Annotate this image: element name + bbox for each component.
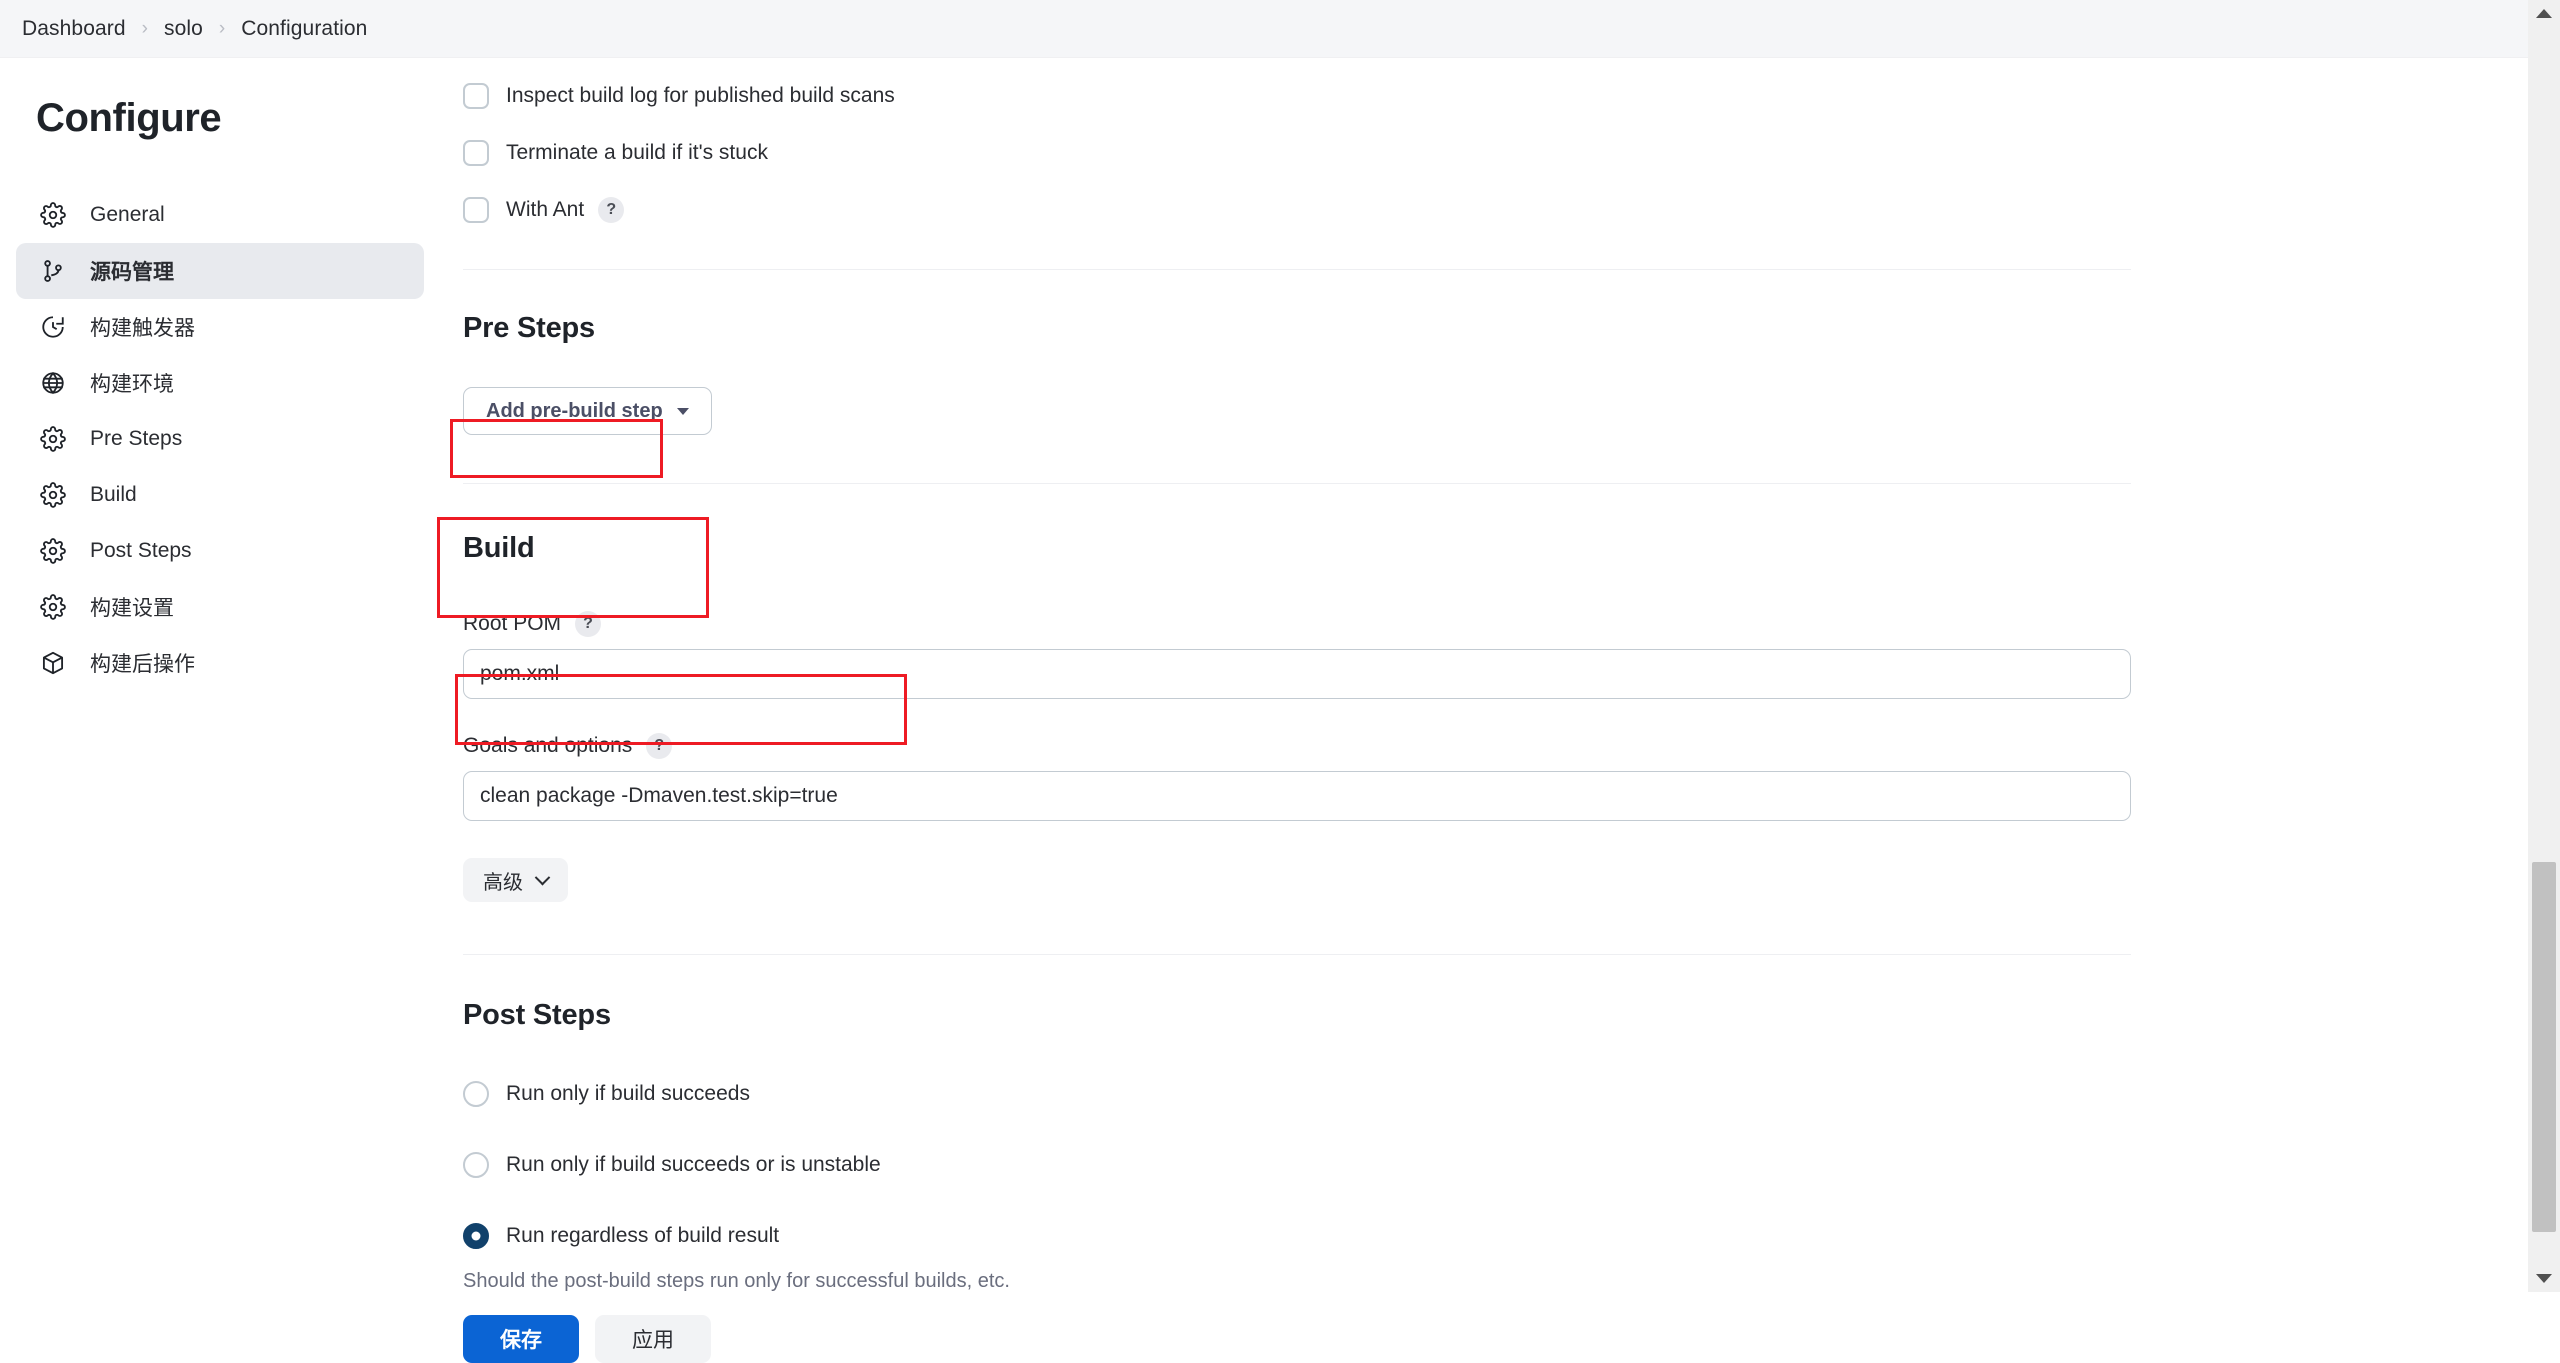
checkbox-row-with-ant[interactable]: With Ant ?	[463, 193, 2528, 227]
radio-label: Run regardless of build result	[506, 1224, 780, 1247]
breadcrumb-item-dashboard[interactable]: Dashboard	[22, 17, 126, 41]
radio-label: Run only if build succeeds	[506, 1082, 750, 1105]
sidebar-item-post-build-actions[interactable]: 构建后操作	[16, 635, 424, 691]
globe-icon	[38, 368, 68, 398]
goals-and-options-label: Goals and options	[463, 734, 633, 757]
post-steps-hint: Should the post-build steps run only for…	[463, 1270, 1010, 1292]
add-pre-build-step-button[interactable]: Add pre-build step	[463, 387, 712, 435]
checkbox-row-inspect-build-log[interactable]: Inspect build log for published build sc…	[463, 79, 2528, 113]
gear-icon	[38, 480, 68, 510]
sidebar-item-label: General	[90, 203, 165, 226]
sidebar-item-post-steps[interactable]: Post Steps	[16, 523, 424, 579]
section-title-post-steps: Post Steps	[463, 999, 611, 1031]
main-content: Inspect build log for published build sc…	[440, 58, 2528, 1363]
root-pom-input[interactable]	[463, 649, 2131, 699]
sidebar-item-label: 构建设置	[90, 597, 174, 620]
checkbox-label: With Ant	[506, 198, 585, 221]
radio-run-if-succeeds[interactable]	[463, 1081, 489, 1107]
radio-run-if-succeeds-or-unstable[interactable]	[463, 1152, 489, 1178]
chevron-down-icon	[534, 869, 551, 885]
checkbox-label: Terminate a build if it's stuck	[506, 141, 768, 164]
sidebar-item-label: 构建后操作	[90, 653, 195, 676]
section-divider	[463, 483, 2131, 484]
add-pre-build-step-label: Add pre-build step	[486, 399, 663, 422]
advanced-toggle-label: 高级	[483, 871, 523, 894]
gear-icon	[38, 200, 68, 230]
root-pom-label: Root POM	[463, 612, 562, 635]
breadcrumb-item-configuration[interactable]: Configuration	[241, 17, 367, 41]
vertical-scrollbar[interactable]	[2528, 0, 2560, 1292]
sidebar: Configure General 源码管理 构建触发器 构建环境 Pre St…	[0, 58, 440, 1292]
checkbox-inspect-build-log[interactable]	[463, 83, 489, 109]
sidebar-item-build-environment[interactable]: 构建环境	[16, 355, 424, 411]
breadcrumb: Dashboard › solo › Configuration	[0, 0, 2528, 58]
gear-icon	[38, 424, 68, 454]
radio-row-run-if-succeeds-or-unstable[interactable]: Run only if build succeeds or is unstabl…	[463, 1148, 2528, 1182]
branch-icon	[38, 256, 68, 286]
goals-label-group: Goals and options ?	[463, 733, 2528, 759]
section-title-pre-steps: Pre Steps	[463, 312, 595, 344]
sidebar-item-build[interactable]: Build	[16, 467, 424, 523]
checkbox-row-terminate-stuck-build[interactable]: Terminate a build if it's stuck	[463, 136, 2528, 170]
sidebar-item-build-triggers[interactable]: 构建触发器	[16, 299, 424, 355]
sidebar-item-label: Build	[90, 483, 137, 506]
checkbox-label: Inspect build log for published build sc…	[506, 84, 895, 107]
root-pom-label-group: Root POM ?	[463, 611, 2528, 637]
gear-icon	[38, 592, 68, 622]
section-title-build: Build	[463, 532, 535, 564]
advanced-toggle-button[interactable]: 高级	[463, 858, 568, 902]
radio-run-regardless[interactable]	[463, 1223, 489, 1249]
sidebar-item-source-code-management[interactable]: 源码管理	[16, 243, 424, 299]
gear-icon	[38, 536, 68, 566]
radio-row-run-regardless[interactable]: Run regardless of build result	[463, 1219, 2528, 1253]
package-icon	[38, 648, 68, 678]
sidebar-item-label: 构建环境	[90, 373, 174, 396]
caret-down-icon	[676, 407, 689, 415]
sidebar-item-pre-steps[interactable]: Pre Steps	[16, 411, 424, 467]
breadcrumb-separator-icon: ›	[141, 17, 148, 39]
sidebar-item-label: Post Steps	[90, 539, 192, 562]
sidebar-item-label: 源码管理	[90, 261, 174, 284]
apply-button[interactable]: 应用	[595, 1315, 711, 1363]
sidebar-item-general[interactable]: General	[16, 187, 424, 243]
help-icon[interactable]: ?	[598, 197, 625, 223]
sidebar-item-label: Pre Steps	[90, 427, 183, 450]
breadcrumb-separator-icon: ›	[218, 17, 226, 39]
checkbox-with-ant[interactable]	[463, 197, 489, 223]
scrollbar-thumb[interactable]	[2532, 862, 2556, 1232]
help-icon[interactable]: ?	[646, 733, 673, 759]
page-title: Configure	[36, 96, 222, 140]
radio-label: Run only if build succeeds or is unstabl…	[506, 1153, 881, 1176]
sidebar-item-build-settings[interactable]: 构建设置	[16, 579, 424, 635]
sidebar-item-label: 构建触发器	[90, 317, 195, 340]
breadcrumb-item-solo[interactable]: solo	[164, 17, 203, 41]
clock-icon	[38, 312, 68, 342]
checkbox-terminate-stuck-build[interactable]	[463, 140, 489, 166]
save-button[interactable]: 保存	[463, 1315, 579, 1363]
help-icon[interactable]: ?	[575, 611, 602, 637]
scroll-up-arrow-icon[interactable]	[2536, 9, 2552, 18]
section-divider	[463, 269, 2131, 270]
scroll-down-arrow-icon[interactable]	[2536, 1274, 2552, 1283]
radio-row-run-if-succeeds[interactable]: Run only if build succeeds	[463, 1077, 2528, 1111]
goals-and-options-input[interactable]	[463, 771, 2131, 821]
section-divider	[463, 954, 2131, 955]
